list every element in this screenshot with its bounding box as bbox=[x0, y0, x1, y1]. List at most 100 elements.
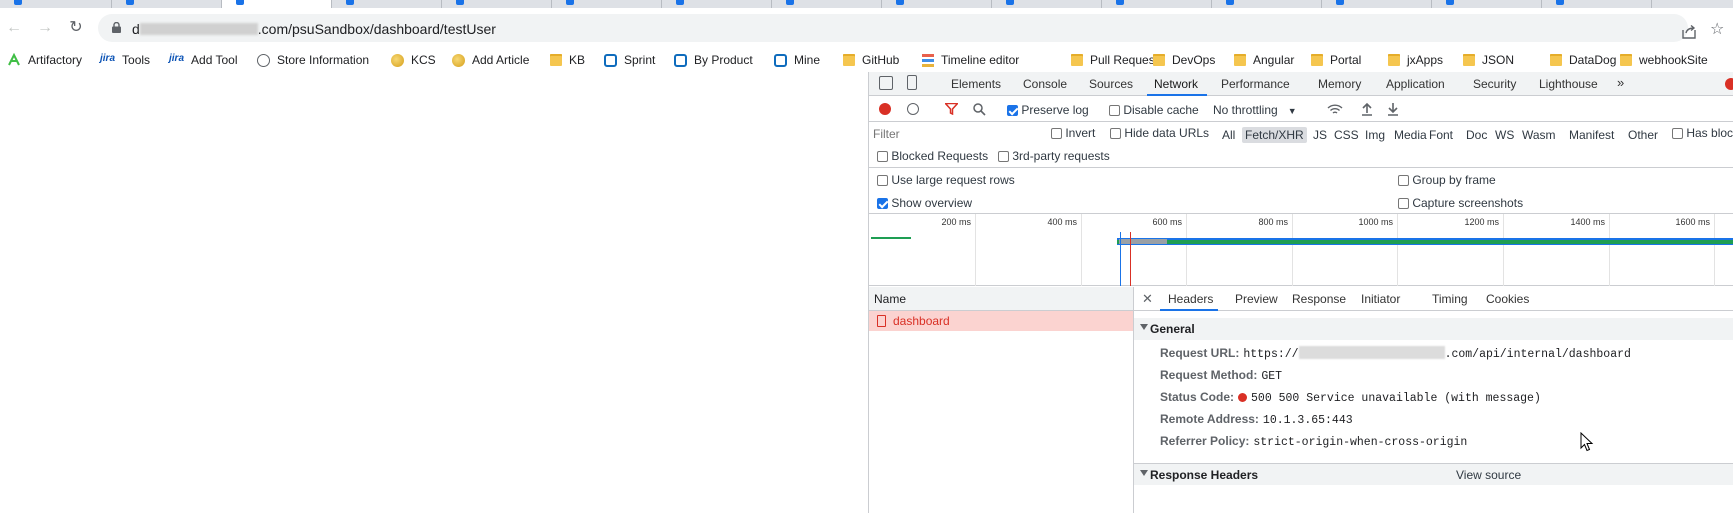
bookmark-jxapps[interactable]: jxApps bbox=[1388, 51, 1443, 69]
large-rows-checkbox[interactable]: Use large request rows bbox=[877, 173, 1015, 187]
bookmark-json[interactable]: JSON bbox=[1463, 51, 1514, 69]
filter-type-media[interactable]: Media bbox=[1391, 127, 1430, 143]
bookmark-timeline-editor[interactable]: Timeline editor bbox=[922, 51, 1019, 69]
devtools-tab-network[interactable]: Network bbox=[1154, 77, 1198, 91]
clear-icon[interactable] bbox=[907, 103, 919, 115]
capture-screenshots-checkbox[interactable]: Capture screenshots bbox=[1398, 196, 1523, 210]
detail-tab-response[interactable]: Response bbox=[1292, 292, 1346, 306]
detail-tab-preview[interactable]: Preview bbox=[1235, 292, 1278, 306]
group-by-frame-check[interactable] bbox=[1398, 175, 1409, 186]
search-icon[interactable] bbox=[973, 103, 986, 116]
back-arrow-icon[interactable]: ← bbox=[5, 19, 23, 37]
browser-tab[interactable] bbox=[1322, 0, 1432, 8]
filter-type-font[interactable]: Font bbox=[1426, 127, 1456, 143]
filter-type-ws[interactable]: WS bbox=[1492, 127, 1517, 143]
browser-tab[interactable] bbox=[662, 0, 772, 8]
devtools-tab-lighthouse[interactable]: Lighthouse bbox=[1539, 77, 1598, 91]
browser-tab[interactable] bbox=[552, 0, 662, 8]
blocked-requests-checkbox[interactable]: Blocked Requests bbox=[877, 149, 988, 163]
browser-tab[interactable] bbox=[882, 0, 992, 8]
filter-type-fetch-xhr[interactable]: Fetch/XHR bbox=[1242, 127, 1307, 143]
show-overview-checkbox[interactable]: Show overview bbox=[877, 196, 972, 210]
filter-type-other[interactable]: Other bbox=[1625, 127, 1661, 143]
bookmark-kb[interactable]: KB bbox=[550, 51, 585, 69]
invert-checkbox[interactable]: Invert bbox=[1051, 126, 1095, 140]
third-party-checkbox[interactable]: 3rd-party requests bbox=[998, 149, 1110, 163]
browser-tab[interactable] bbox=[772, 0, 882, 8]
devtools-tab-performance[interactable]: Performance bbox=[1221, 77, 1290, 91]
devtools-tab-elements[interactable]: Elements bbox=[951, 77, 1001, 91]
devtools-tab-application[interactable]: Application bbox=[1386, 77, 1445, 91]
general-section-header[interactable]: General bbox=[1134, 318, 1733, 340]
device-toolbar-icon[interactable] bbox=[907, 75, 917, 90]
close-detail-icon[interactable]: ✕ bbox=[1142, 291, 1153, 307]
detail-tab-initiator[interactable]: Initiator bbox=[1361, 292, 1400, 306]
bookmark-github[interactable]: GitHub bbox=[843, 51, 899, 69]
import-har-icon[interactable] bbox=[1361, 102, 1373, 116]
network-overview[interactable]: 200 ms 400 ms 600 ms 800 ms 1000 ms 1200 ms 14… bbox=[869, 214, 1733, 286]
browser-tab[interactable] bbox=[1102, 0, 1212, 8]
filter-type-all[interactable]: All bbox=[1219, 127, 1238, 143]
devtools-tab-sources[interactable]: Sources bbox=[1089, 77, 1133, 91]
filter-type-js[interactable]: JS bbox=[1310, 127, 1330, 143]
forward-arrow-icon[interactable]: → bbox=[36, 19, 54, 37]
view-source-link[interactable]: View source bbox=[1456, 468, 1521, 482]
hide-data-urls-checkbox[interactable]: Hide data URLs bbox=[1110, 126, 1209, 140]
filter-type-img[interactable]: Img bbox=[1362, 127, 1388, 143]
reload-icon[interactable]: ↻ bbox=[67, 19, 85, 37]
export-har-icon[interactable] bbox=[1387, 102, 1399, 116]
detail-tab-headers[interactable]: Headers bbox=[1168, 292, 1213, 306]
lock-icon[interactable] bbox=[112, 22, 121, 33]
large-rows-check[interactable] bbox=[877, 175, 888, 186]
response-headers-section-header[interactable]: Response Headers View source bbox=[1134, 463, 1733, 485]
filter-type-manifest[interactable]: Manifest bbox=[1566, 127, 1617, 143]
invert-check[interactable] bbox=[1051, 128, 1062, 139]
hide-data-urls-check[interactable] bbox=[1110, 128, 1121, 139]
browser-tab[interactable] bbox=[1432, 0, 1542, 8]
more-tabs-icon[interactable]: » bbox=[1617, 75, 1624, 90]
bookmark-add-tool[interactable]: jira Add Tool bbox=[169, 51, 238, 69]
address-bar[interactable]: d .com/psuSandbox/dashboard/testUser bbox=[98, 14, 1688, 42]
disable-cache-checkbox[interactable]: Disable cache bbox=[1109, 103, 1199, 117]
devtools-tab-console[interactable]: Console bbox=[1023, 77, 1067, 91]
throttling-select[interactable]: No throttling ▼ bbox=[1213, 103, 1297, 117]
url-text[interactable]: d .com/psuSandbox/dashboard/testUser bbox=[132, 21, 496, 37]
filter-type-doc[interactable]: Doc bbox=[1463, 127, 1490, 143]
share-icon[interactable] bbox=[1682, 25, 1696, 39]
bookmark-store-information[interactable]: Store Information bbox=[257, 51, 369, 69]
error-count-icon[interactable] bbox=[1725, 78, 1733, 90]
bookmark-devops[interactable]: DevOps bbox=[1153, 51, 1215, 69]
filter-type-wasm[interactable]: Wasm bbox=[1519, 127, 1559, 143]
bookmark-artifactory[interactable]: Artifactory bbox=[7, 51, 82, 69]
devtools-tab-memory[interactable]: Memory bbox=[1318, 77, 1361, 91]
browser-tab[interactable] bbox=[992, 0, 1102, 8]
filter-input[interactable] bbox=[873, 125, 1033, 143]
has-blocked-checkbox[interactable]: Has bloc bbox=[1672, 126, 1733, 140]
blocked-requests-check[interactable] bbox=[877, 151, 888, 162]
bookmark-tools[interactable]: jira Tools bbox=[100, 51, 150, 69]
bookmark-webhooksite[interactable]: webhookSite bbox=[1620, 51, 1708, 69]
bookmark-kcs[interactable]: KCS bbox=[391, 51, 436, 69]
browser-tab[interactable] bbox=[442, 0, 552, 8]
bookmark-pull-requests[interactable]: Pull Requests bbox=[1071, 51, 1164, 69]
bookmark-sprint[interactable]: Sprint bbox=[604, 51, 655, 69]
record-icon[interactable] bbox=[879, 103, 891, 115]
devtools-tab-security[interactable]: Security bbox=[1473, 77, 1516, 91]
bookmark-mine[interactable]: Mine bbox=[774, 51, 820, 69]
filter-icon[interactable] bbox=[945, 103, 958, 115]
bookmark-add-article[interactable]: Add Article bbox=[452, 51, 529, 69]
bookmark-portal[interactable]: Portal bbox=[1311, 51, 1361, 69]
browser-tab[interactable] bbox=[1542, 0, 1652, 8]
network-conditions-icon[interactable] bbox=[1327, 103, 1343, 116]
name-column-header[interactable]: Name bbox=[869, 287, 1134, 311]
browser-tab[interactable] bbox=[332, 0, 442, 8]
browser-tab[interactable] bbox=[1212, 0, 1322, 8]
bookmark-star-icon[interactable]: ☆ bbox=[1710, 22, 1724, 38]
bookmark-angular[interactable]: Angular bbox=[1234, 51, 1294, 69]
preserve-log-checkbox[interactable]: Preserve log bbox=[1007, 103, 1089, 117]
detail-tab-cookies[interactable]: Cookies bbox=[1486, 292, 1529, 306]
request-row[interactable]: dashboard bbox=[869, 311, 1133, 331]
bookmark-by-product[interactable]: By Product bbox=[674, 51, 753, 69]
browser-tab[interactable] bbox=[0, 0, 112, 8]
filter-type-css[interactable]: CSS bbox=[1331, 127, 1362, 143]
